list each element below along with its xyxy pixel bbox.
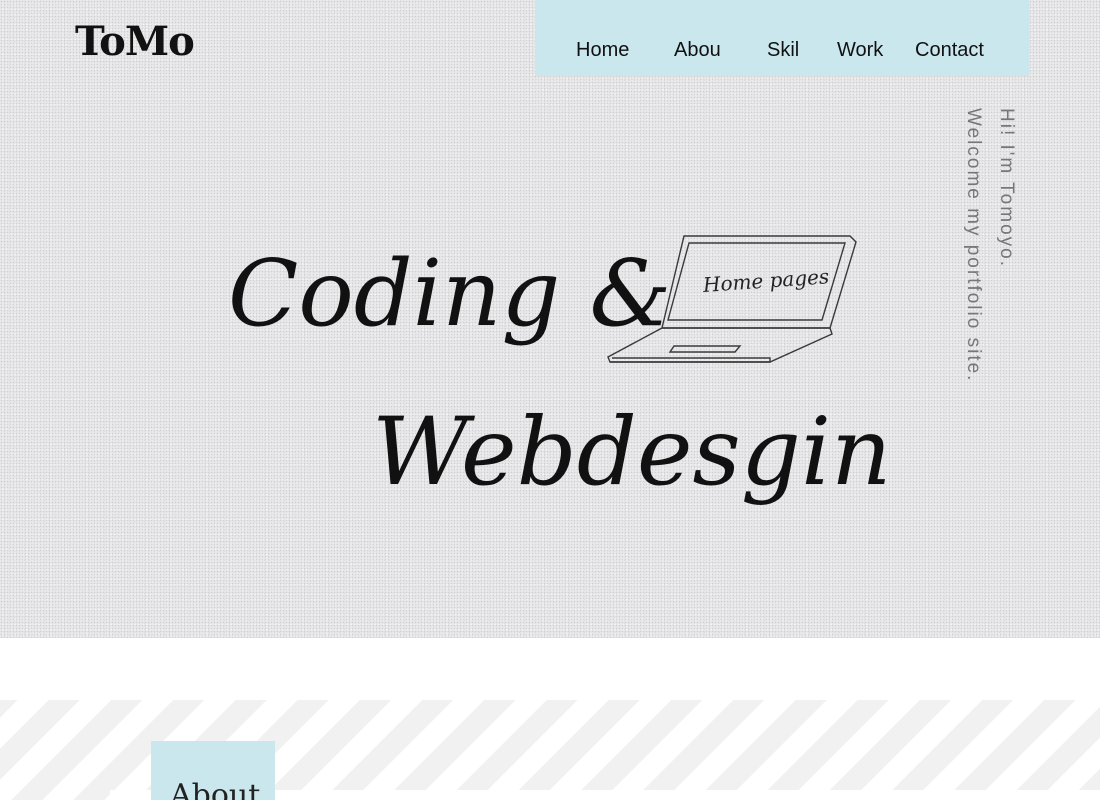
nav-item-skill[interactable]: Skil (767, 38, 799, 62)
about-heading: About (170, 778, 261, 800)
nav-item-home[interactable]: Home (576, 38, 629, 62)
nav-item-contact[interactable]: Contact (915, 38, 984, 62)
site-logo[interactable]: ToMo (75, 16, 195, 68)
hero-section: ToMo Home Abou Skil Work Contact Hi! I'm… (0, 0, 1100, 638)
main-nav: Home Abou Skil Work Contact (535, 0, 1029, 76)
intro-greeting: Hi! I'm Tomoyo. (996, 108, 1017, 268)
laptop-screen-text: Home pages (701, 264, 830, 297)
nav-item-about[interactable]: Abou (674, 38, 721, 62)
hero-artwork: Coding & Webdesgin Home pages (228, 235, 892, 507)
headline-webdesign: Webdesgin (372, 398, 892, 507)
portfolio-page: ToMo Home Abou Skil Work Contact Hi! I'm… (0, 0, 1100, 800)
intro-welcome: Welcome my portfolio site. (963, 108, 984, 383)
headline-coding: Coding & (228, 240, 671, 347)
nav-item-work[interactable]: Work (837, 38, 883, 62)
